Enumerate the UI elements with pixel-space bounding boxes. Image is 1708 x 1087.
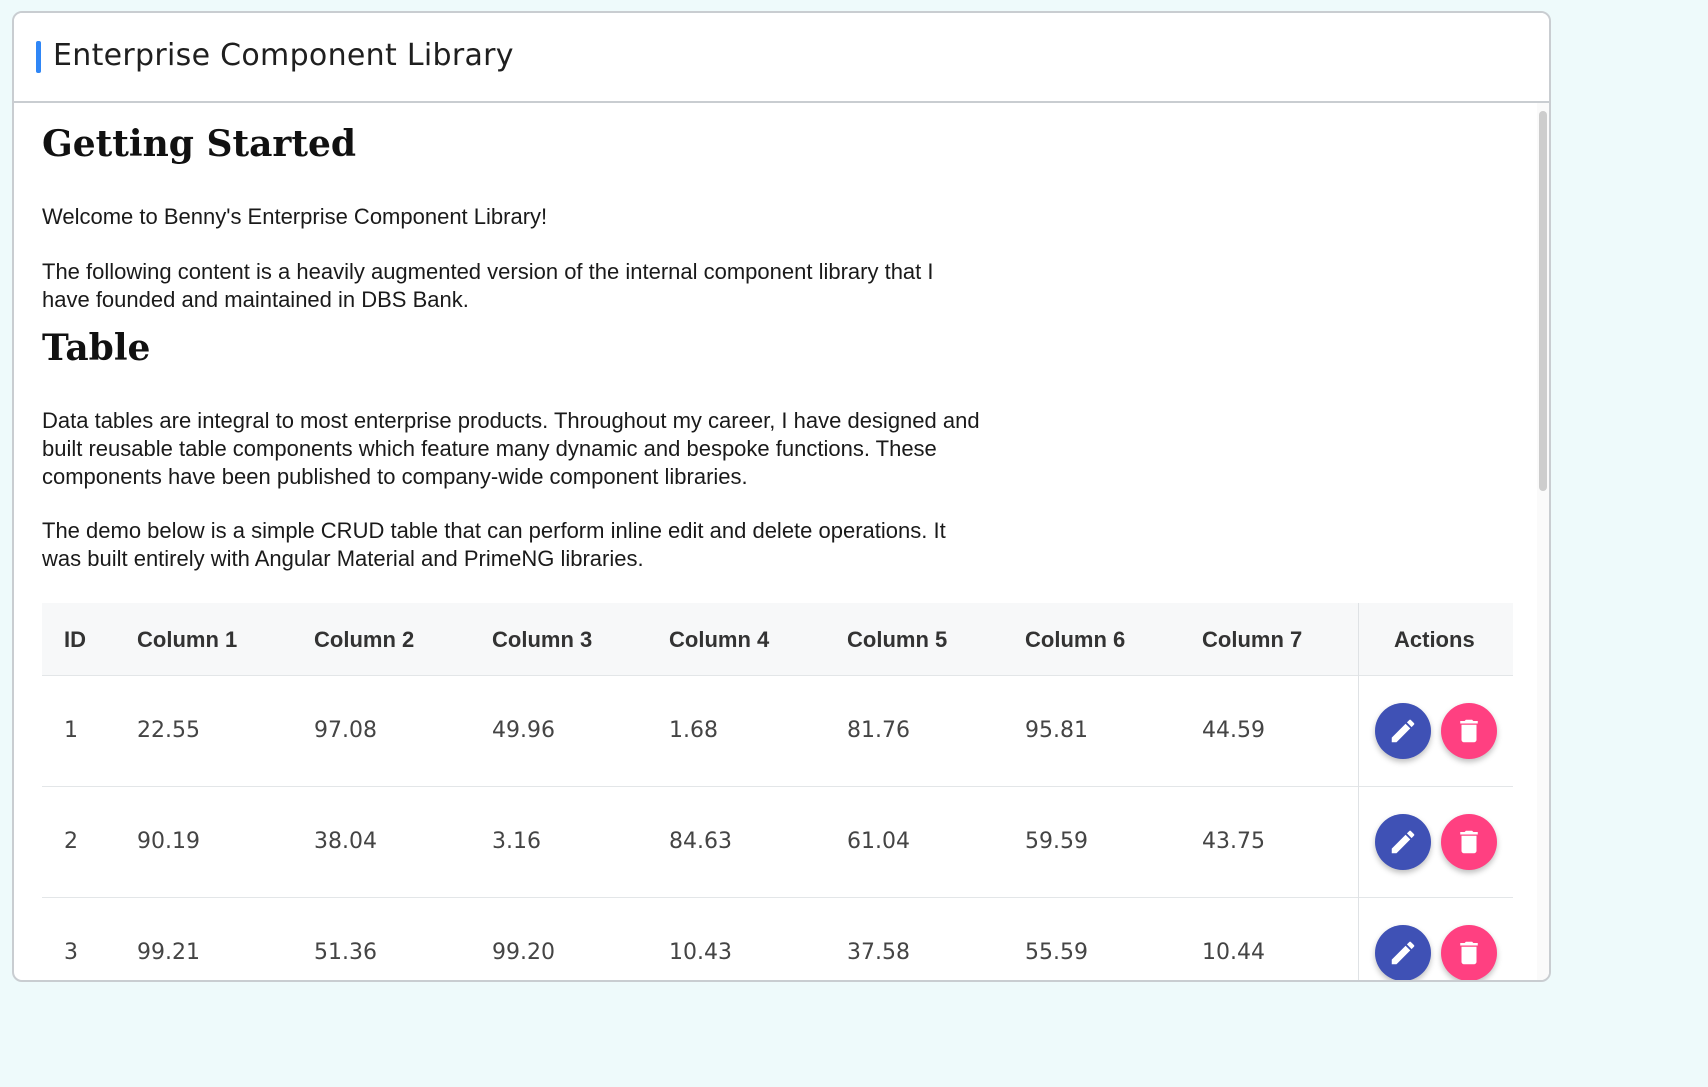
table-heading: Table [42,327,151,369]
cell-column-6: 55.59 [1025,940,1088,965]
cell-column-6: 59.59 [1025,829,1088,854]
edit-row-button[interactable] [1375,703,1431,759]
table-row: 1 22.55 97.08 49.96 1.68 81.76 95.81 44.… [42,676,1513,787]
app-window: Enterprise Component Library Getting Sta… [12,11,1551,982]
title-accent-bar [36,41,41,73]
cell-id: 2 [64,829,78,854]
trash-icon [1460,830,1478,854]
vertical-scrollbar[interactable] [1537,103,1549,980]
header-column-4[interactable]: Column 4 [669,627,769,653]
header-column-1[interactable]: Column 1 [137,627,237,653]
table-description: Data tables are integral to most enterpr… [42,408,980,489]
edit-row-button[interactable] [1375,925,1431,980]
trash-icon [1460,941,1478,965]
cell-column-3: 3.16 [492,829,541,854]
cell-column-5: 61.04 [847,829,910,854]
cell-column-4: 1.68 [669,718,718,743]
cell-column-4: 84.63 [669,829,732,854]
getting-started-heading: Getting Started [42,123,357,165]
pencil-icon [1391,941,1415,965]
cell-column-3: 49.96 [492,718,555,743]
table-row: 2 90.19 38.04 3.16 84.63 61.04 59.59 43.… [42,787,1513,898]
cell-id: 1 [64,718,78,743]
header-column-7[interactable]: Column 7 [1202,627,1302,653]
cell-column-5: 81.76 [847,718,910,743]
cell-column-7: 44.59 [1202,718,1265,743]
content-area[interactable]: Getting Started Welcome to Benny's Enter… [14,103,1549,980]
trash-icon [1460,719,1478,743]
cell-column-2: 38.04 [314,829,377,854]
app-title: Enterprise Component Library [53,38,514,73]
delete-row-button[interactable] [1441,814,1497,870]
intro-text: The following content is a heavily augme… [42,259,934,312]
cell-column-4: 10.43 [669,940,732,965]
pencil-icon [1391,830,1415,854]
cell-column-6: 95.81 [1025,718,1088,743]
header-column-6[interactable]: Column 6 [1025,627,1125,653]
cell-id: 3 [64,940,78,965]
welcome-text: Welcome to Benny's Enterprise Component … [42,204,548,229]
delete-row-button[interactable] [1441,925,1497,980]
scrollbar-thumb[interactable] [1539,111,1547,491]
cell-column-5: 37.58 [847,940,910,965]
cell-column-2: 97.08 [314,718,377,743]
cell-column-3: 99.20 [492,940,555,965]
header-column-3[interactable]: Column 3 [492,627,592,653]
cell-column-7: 43.75 [1202,829,1265,854]
table-row: 3 99.21 51.36 99.20 10.43 37.58 55.59 10… [42,898,1513,980]
edit-row-button[interactable] [1375,814,1431,870]
demo-description: The demo below is a simple CRUD table th… [42,518,946,571]
delete-row-button[interactable] [1441,703,1497,759]
table-header: ID Column 1 Column 2 Column 3 Column 4 C… [42,603,1513,676]
title-bar: Enterprise Component Library [14,13,1549,103]
cell-column-1: 99.21 [137,940,200,965]
cell-column-1: 90.19 [137,829,200,854]
cell-column-1: 22.55 [137,718,200,743]
pencil-icon [1391,719,1415,743]
cell-column-7: 10.44 [1202,940,1265,965]
header-column-5[interactable]: Column 5 [847,627,947,653]
actions-column-divider [1358,603,1359,980]
cell-column-2: 51.36 [314,940,377,965]
header-id[interactable]: ID [64,627,86,653]
header-column-2[interactable]: Column 2 [314,627,414,653]
header-actions: Actions [1394,627,1475,652]
